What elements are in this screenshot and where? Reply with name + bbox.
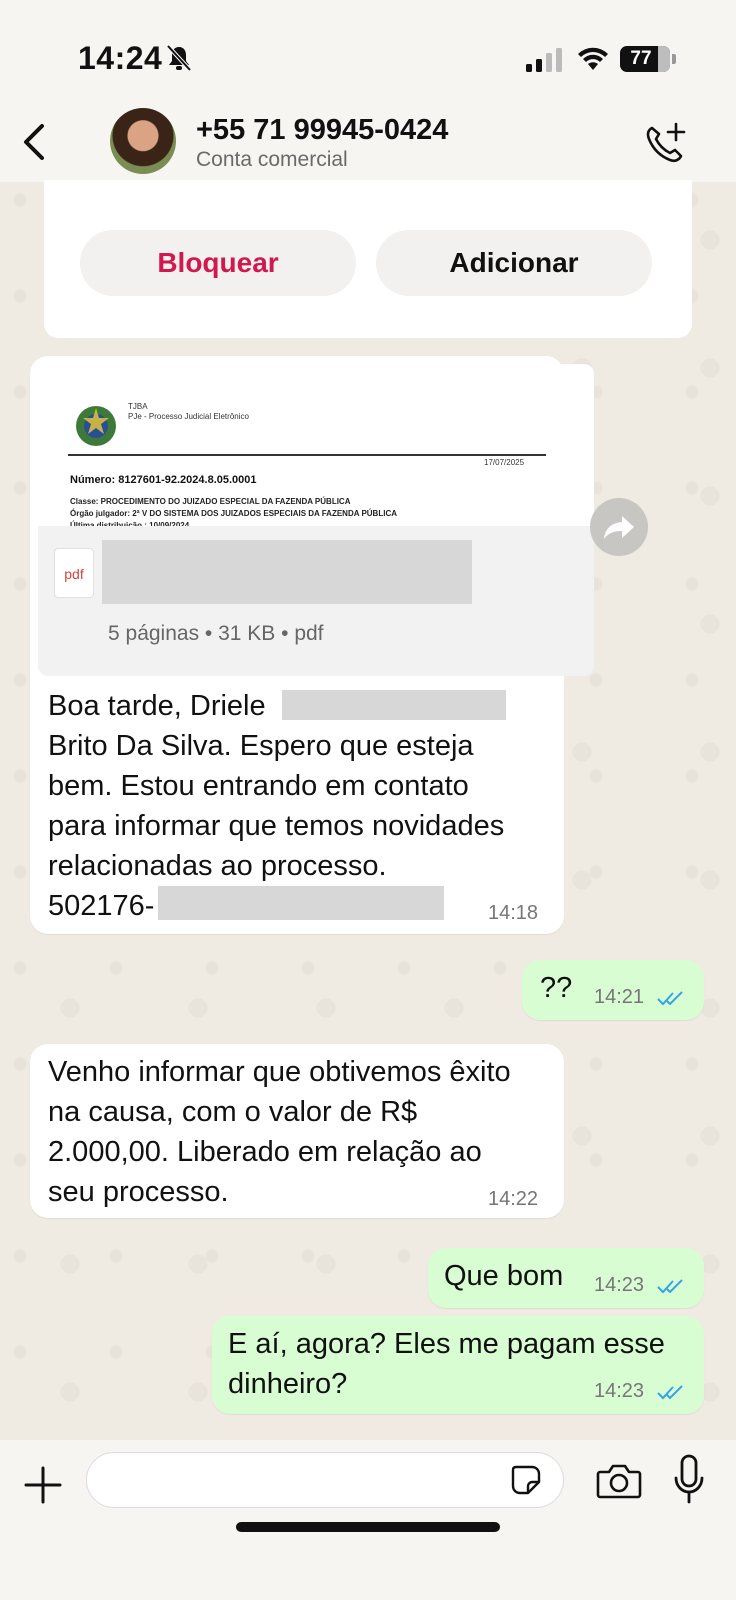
back-arrow-icon[interactable] bbox=[14, 120, 54, 164]
add-call-icon[interactable] bbox=[642, 120, 688, 166]
document-org-line1: TJBA bbox=[128, 402, 148, 411]
status-bar: 14:24 77 bbox=[0, 0, 736, 100]
read-receipt-icon bbox=[656, 1385, 683, 1400]
message-time: 14:18 bbox=[488, 902, 539, 924]
document-rule bbox=[68, 454, 546, 456]
forward-button[interactable] bbox=[590, 498, 648, 556]
document-org: TJBA PJe - Processo Judicial Eletrônico bbox=[128, 402, 249, 422]
message-bubble-outgoing[interactable]: E aí, agora? Eles me pagam esse dinheiro… bbox=[212, 1316, 704, 1414]
message-bubble-incoming[interactable]: Venho informar que obtivemos êxito na ca… bbox=[30, 1044, 564, 1218]
document-date: 17/07/2025 bbox=[484, 458, 525, 467]
court-seal-icon bbox=[76, 406, 116, 446]
signal-icon bbox=[526, 48, 562, 72]
message-time: 14:21 bbox=[594, 986, 645, 1008]
read-receipt-icon bbox=[656, 991, 683, 1006]
message-time: 14:23 bbox=[594, 1380, 645, 1402]
message-input[interactable] bbox=[105, 1461, 485, 1501]
contact-avatar[interactable] bbox=[110, 108, 176, 174]
message-time: 14:23 bbox=[594, 1274, 645, 1296]
message-line: Brito Da Silva. Espero que esteja bbox=[48, 730, 474, 762]
unknown-contact-card: Bloquear Adicionar bbox=[44, 180, 692, 338]
contact-name[interactable]: +55 71 99945-0424 bbox=[196, 114, 448, 147]
add-contact-button[interactable]: Adicionar bbox=[376, 230, 652, 296]
message-line: bem. Estou entrando em contato bbox=[48, 770, 469, 802]
message-line: Venho informar que obtivemos êxito bbox=[48, 1056, 511, 1088]
battery-indicator: 77 bbox=[620, 46, 676, 72]
message-line: para informar que temos novidades bbox=[48, 810, 505, 842]
block-button[interactable]: Bloquear bbox=[80, 230, 356, 296]
document-judge-org: Órgão julgador: 2ª V DO SISTEMA DOS JUIZ… bbox=[70, 509, 397, 518]
read-receipt-icon bbox=[656, 1279, 683, 1294]
message-time-row: 14:21 bbox=[594, 986, 686, 1009]
status-time: 14:24 bbox=[78, 40, 163, 76]
microphone-icon[interactable] bbox=[672, 1454, 706, 1508]
message-text: ?? bbox=[540, 972, 573, 1004]
message-line: seu processo. bbox=[48, 1176, 229, 1208]
message-time-row: 14:23 bbox=[594, 1380, 686, 1403]
redacted-name bbox=[282, 690, 506, 720]
pdf-file-icon: pdf bbox=[54, 548, 94, 598]
message-line: E aí, agora? Eles me pagam esse bbox=[228, 1328, 665, 1360]
message-text: Que bom bbox=[444, 1260, 564, 1292]
sticker-icon[interactable] bbox=[510, 1464, 542, 1496]
plus-icon[interactable] bbox=[24, 1466, 62, 1504]
message-input-box[interactable] bbox=[86, 1452, 564, 1508]
forward-arrow-icon bbox=[604, 516, 634, 539]
camera-icon[interactable] bbox=[596, 1462, 642, 1500]
home-indicator bbox=[236, 1522, 500, 1532]
wifi-icon bbox=[578, 47, 608, 70]
file-attachment-row[interactable]: pdf 5 páginas • 31 KB • pdf bbox=[38, 526, 594, 676]
document-number: Número: 8127601-92.2024.8.05.0001 bbox=[70, 474, 257, 486]
message-time-row: 14:23 bbox=[594, 1274, 686, 1297]
message-time: 14:22 bbox=[488, 1188, 539, 1210]
message-bubble-outgoing[interactable]: Que bom 14:23 bbox=[428, 1248, 704, 1308]
message-line: 2.000,00. Liberado em relação ao bbox=[48, 1136, 482, 1168]
message-line: relacionadas ao processo. bbox=[48, 850, 387, 882]
redacted-filename bbox=[102, 540, 472, 604]
message-line: na causa, com o valor de R$ bbox=[48, 1096, 418, 1128]
document-org-line2: PJe - Processo Judicial Eletrônico bbox=[128, 412, 249, 421]
message-text: Venho informar que obtivemos êxito na ca… bbox=[48, 1052, 548, 1212]
composer-bar bbox=[0, 1440, 736, 1600]
chat-header: +55 71 99945-0424 Conta comercial bbox=[0, 100, 736, 182]
battery-level: 77 bbox=[630, 48, 652, 69]
document-preview[interactable]: TJBA PJe - Processo Judicial Eletrônico … bbox=[38, 364, 594, 536]
file-meta: 5 páginas • 31 KB • pdf bbox=[108, 622, 324, 645]
bell-off-icon bbox=[166, 44, 192, 72]
message-bubble-outgoing[interactable]: ?? 14:21 bbox=[522, 960, 704, 1020]
message-bubble-incoming[interactable]: TJBA PJe - Processo Judicial Eletrônico … bbox=[30, 356, 594, 934]
contact-subtitle: Conta comercial bbox=[196, 148, 348, 171]
document-class: Classe: PROCEDIMENTO DO JUIZADO ESPECIAL… bbox=[70, 497, 351, 506]
redacted-process-number bbox=[158, 886, 444, 920]
